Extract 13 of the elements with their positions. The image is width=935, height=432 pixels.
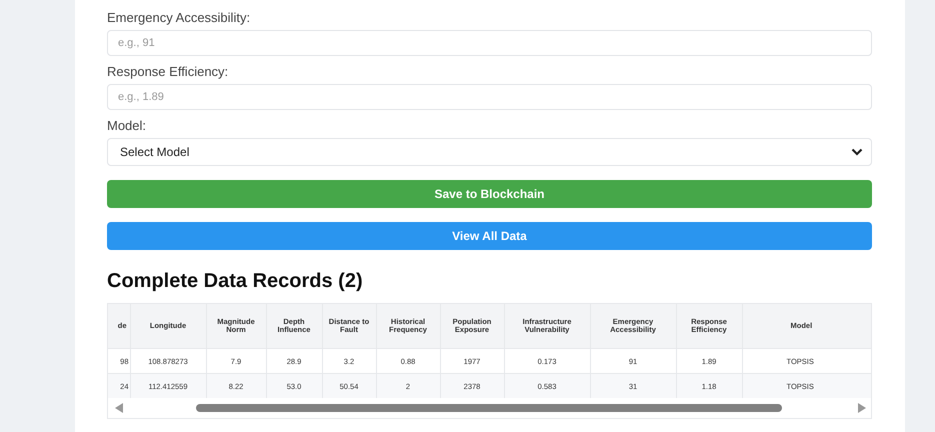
input-field[interactable]: e.g., 91 [107, 30, 872, 56]
action-button[interactable]: View All Data [107, 222, 872, 250]
scrollbar-thumb[interactable] [196, 404, 782, 412]
model-select[interactable]: Select Model [107, 138, 872, 166]
scroll-left-icon[interactable] [115, 403, 123, 413]
field-label: Model: [107, 118, 148, 133]
scroll-right-icon[interactable] [858, 403, 866, 413]
action-button[interactable]: Save to Blockchain [107, 180, 872, 208]
input-field[interactable]: e.g., 1.89 [107, 84, 872, 110]
field-label: Response Efficiency: [107, 64, 230, 79]
section-heading: Complete Data Records (2) [107, 270, 364, 293]
field-label: Emergency Accessibility: [107, 10, 252, 25]
chevron-down-icon [851, 148, 863, 156]
